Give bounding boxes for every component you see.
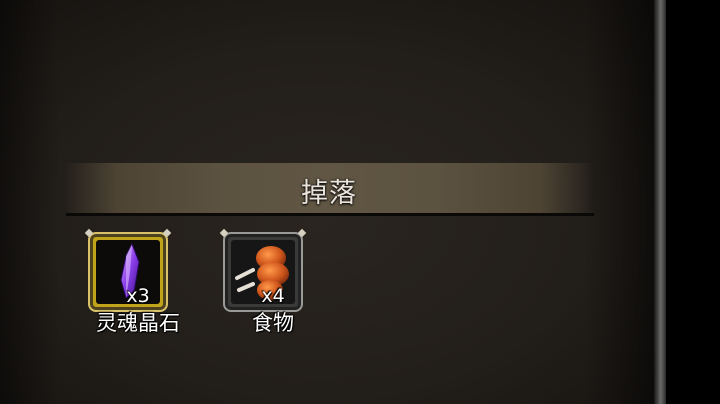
drop-title: 掉落: [301, 178, 357, 209]
item-count: x4: [261, 285, 285, 307]
header-divider: [66, 213, 594, 216]
drop-item-soul-crystal[interactable]: x3 灵魂晶石: [84, 228, 188, 342]
panel-right-border: [654, 0, 666, 404]
item-name: 灵魂晶石: [96, 311, 180, 335]
drop-header-banner: 掉落: [64, 163, 594, 213]
drop-item-food[interactable]: x4 食物: [219, 228, 323, 342]
item-count: x3: [126, 285, 150, 307]
item-name: 食物: [252, 311, 294, 335]
screen-edge: [666, 0, 720, 404]
drop-panel: 掉落 x3 灵魂晶石 x4 食物: [0, 0, 664, 404]
